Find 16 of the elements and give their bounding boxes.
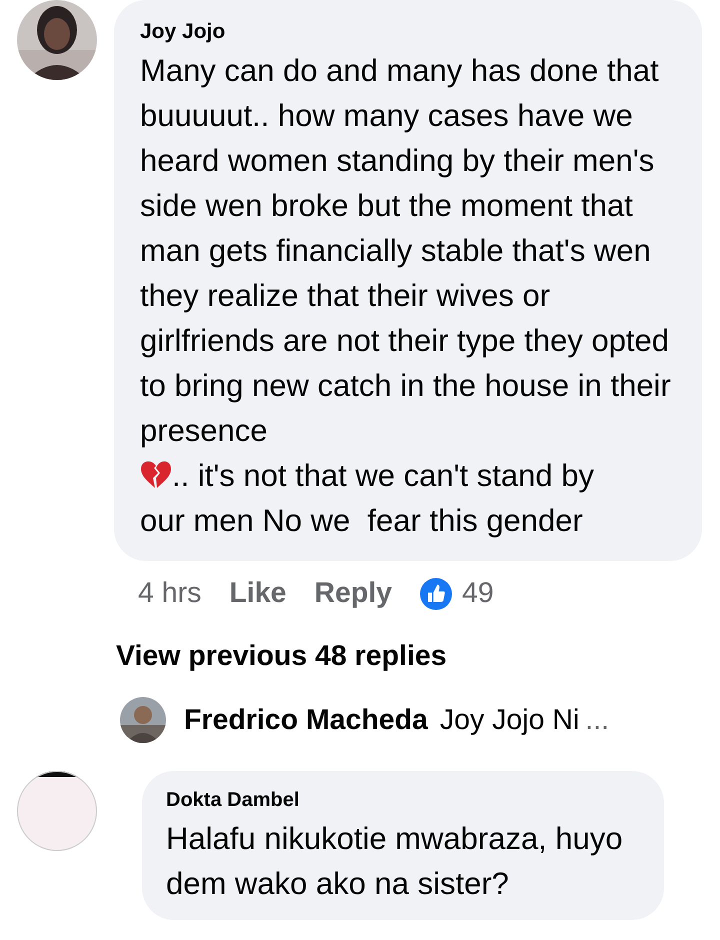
comment-text: .. it's not that we can't stand by bbox=[172, 458, 594, 493]
reply-text: Joy Jojo Ni bbox=[440, 704, 580, 736]
reply-author[interactable]: Fredrico Macheda bbox=[184, 704, 428, 736]
comment-time: 4 hrs bbox=[138, 577, 202, 610]
thumbs-up-icon bbox=[420, 578, 452, 610]
reaction-count: 49 bbox=[462, 577, 494, 610]
comment-author: Joy Jojo bbox=[140, 20, 226, 44]
comment-text: our men No we fear this gender bbox=[140, 502, 584, 540]
comment-author: Dokta Dambel bbox=[166, 789, 300, 812]
action-link[interactable]: Like bbox=[229, 577, 286, 610]
view-replies-link[interactable]: View previous 48 replies bbox=[116, 640, 447, 673]
comment-text: Many can do and many has done that buuuuut.. how many cases have we heard women standing by their men's side wen broke but the moment that man gets financially stable that's wen they realize that their wives or girlfriends are not their type they opted to bring new catch in the house in their presence bbox=[140, 52, 672, 450]
action-link[interactable]: Reply bbox=[314, 577, 392, 610]
ellipsis: ... bbox=[585, 704, 610, 736]
comment-text: Halafu nikukotie mwabraza, huyo dem wako ako na sister? bbox=[166, 820, 624, 903]
broken-heart-icon bbox=[140, 460, 172, 490]
